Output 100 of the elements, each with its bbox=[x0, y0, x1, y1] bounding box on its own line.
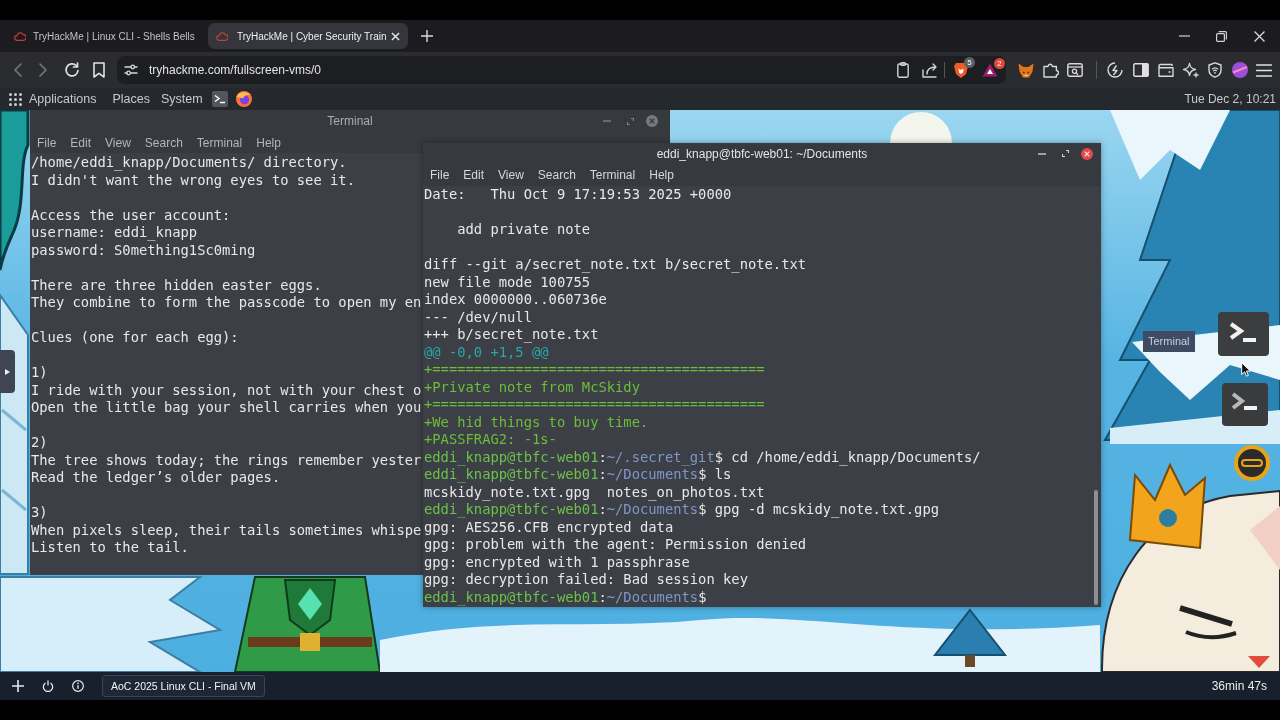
menu-item[interactable]: Help bbox=[649, 168, 674, 182]
count-badge: 5 bbox=[964, 57, 975, 68]
menu-item[interactable]: Places bbox=[112, 92, 150, 106]
close-icon[interactable] bbox=[391, 31, 400, 41]
window-search-icon[interactable] bbox=[1067, 63, 1083, 77]
menu-item[interactable]: Edit bbox=[463, 168, 485, 182]
menu-item[interactable]: Help bbox=[256, 135, 281, 150]
reload-icon[interactable] bbox=[64, 62, 80, 78]
plus-icon[interactable] bbox=[12, 680, 24, 692]
window-title: eddi_knapp@tbfc-web01: ~/Documents bbox=[656, 146, 868, 161]
terminal-line: gpg: decryption failed: Bad session key bbox=[424, 571, 748, 589]
terminal-line: +We hid things to buy time. bbox=[424, 413, 649, 431]
bookmark-icon[interactable] bbox=[93, 62, 105, 78]
terminal-line: @@ -0,0 +1,5 @@ bbox=[424, 343, 549, 361]
terminal-icon[interactable] bbox=[1222, 383, 1268, 426]
tooltip: Terminal bbox=[1143, 331, 1195, 352]
terminal-line: username: eddi_knapp bbox=[31, 224, 198, 242]
terminal-line: password: S0mething1Sc0ming bbox=[31, 241, 256, 259]
terminal-line: diff --git a/secret_note.txt b/secret_note.txt bbox=[424, 256, 807, 274]
menu-item[interactable]: Search bbox=[537, 168, 576, 182]
profile-icon[interactable] bbox=[1232, 62, 1248, 78]
share-icon[interactable] bbox=[922, 62, 938, 78]
close-icon[interactable] bbox=[1081, 147, 1093, 160]
terminal-line: 2) bbox=[31, 434, 48, 452]
terminal-line: gpg: encrypted with 1 passphrase bbox=[424, 553, 690, 571]
triangle-icon[interactable] bbox=[982, 63, 998, 77]
terminal-line: new file mode 100755 bbox=[424, 273, 591, 291]
fox-icon[interactable] bbox=[1018, 62, 1034, 78]
triangle-icon bbox=[5, 368, 10, 375]
clipboard-icon[interactable] bbox=[897, 62, 909, 78]
terminal-line: +======================================== bbox=[424, 361, 765, 379]
terminal-line: I didn't want the wrong eyes to see it. bbox=[31, 171, 355, 189]
session-button[interactable]: AoC 2025 Linux CLI - Final VM bbox=[102, 675, 265, 697]
forward-icon[interactable] bbox=[39, 63, 47, 77]
browser-tab[interactable]: TryHackMe | Linux CLI - Shells Bells bbox=[4, 23, 204, 49]
mouse-pointer-icon bbox=[1241, 362, 1251, 377]
address-bar[interactable]: tryhackme.com/fullscreen-vms/0 5 2 bbox=[117, 56, 1006, 84]
ring-icon[interactable] bbox=[1234, 445, 1270, 481]
puzzle-icon[interactable] bbox=[1043, 62, 1059, 78]
terminal-icon[interactable] bbox=[211, 91, 228, 107]
sliders-icon[interactable] bbox=[124, 64, 138, 76]
side-panel-handle[interactable] bbox=[0, 350, 15, 393]
terminal-line: eddi_knapp@tbfc-web01:~/.secret_git$ cd /home/eddi_knapp/Documents/ bbox=[424, 448, 981, 466]
plus-icon[interactable] bbox=[421, 30, 433, 42]
clock: Tue Dec 2, 10:21 bbox=[1184, 92, 1276, 106]
menu-item[interactable]: File bbox=[37, 135, 57, 150]
cloud-icon bbox=[216, 31, 228, 41]
sparkle-icon[interactable] bbox=[1183, 62, 1199, 78]
menu-item[interactable]: Applications bbox=[29, 92, 97, 106]
cloud-icon bbox=[14, 31, 26, 41]
bolt-icon[interactable] bbox=[1107, 62, 1123, 78]
terminal-line: 3) bbox=[31, 504, 48, 522]
moon-drawing bbox=[890, 112, 952, 143]
count-badge: 2 bbox=[994, 58, 1005, 69]
menu-icon[interactable] bbox=[1256, 63, 1272, 77]
power-icon[interactable] bbox=[42, 680, 54, 692]
url-text: tryhackme.com/fullscreen-vms/0 bbox=[149, 63, 322, 77]
shield-icon[interactable] bbox=[1208, 62, 1222, 78]
terminal-line: +++ b/secret_note.txt bbox=[424, 326, 599, 344]
menu-item[interactable]: Terminal bbox=[196, 135, 243, 150]
globe-icon[interactable] bbox=[235, 91, 252, 107]
terminal-line: Read the ledger’s older pages. bbox=[31, 469, 281, 487]
grid-icon[interactable] bbox=[9, 92, 22, 106]
menu-item[interactable]: View bbox=[105, 135, 131, 150]
menu-item[interactable]: System bbox=[160, 92, 203, 106]
restore-icon[interactable] bbox=[1216, 30, 1227, 42]
terminal-line: eddi_knapp@tbfc-web01:~/Documents$ bbox=[424, 588, 707, 606]
terminal-line: They combine to form the passcode to open my en bbox=[31, 294, 422, 312]
menu-item[interactable]: View bbox=[498, 168, 524, 182]
terminal-line: +======================================== bbox=[424, 396, 765, 414]
terminal-line: add private note bbox=[457, 221, 591, 239]
info-icon[interactable] bbox=[72, 680, 84, 692]
terminal-icon[interactable] bbox=[1218, 312, 1269, 356]
terminal-line: I ride with your session, not with your chest o bbox=[31, 381, 422, 399]
close-icon[interactable] bbox=[1254, 30, 1265, 42]
terminal-line: When pixels sleep, their tails sometimes whispe bbox=[31, 521, 422, 539]
wallet-icon[interactable] bbox=[1158, 63, 1174, 77]
terminal-line: gpg: AES256.CFB encrypted data bbox=[424, 518, 674, 536]
menu-item[interactable]: Edit bbox=[70, 135, 92, 150]
terminal-line: Open the little bag your shell carries when you bbox=[31, 399, 422, 417]
menu-item[interactable]: File bbox=[430, 168, 450, 182]
menu-item[interactable]: Search bbox=[144, 135, 183, 150]
terminal-line: There are three hidden easter eggs. bbox=[31, 276, 322, 294]
sidebar-icon[interactable] bbox=[1133, 63, 1149, 77]
terminal-line: Date: Thu Oct 9 17:19:53 2025 +0000 bbox=[424, 186, 732, 204]
window-title: Terminal bbox=[327, 114, 373, 128]
terminal-line: /home/eddi_knapp/Documents/ directory. bbox=[31, 154, 347, 172]
terminal-line: gpg: problem with the agent: Permission denied bbox=[424, 536, 807, 554]
back-icon[interactable] bbox=[14, 63, 22, 77]
terminal-line: 1) bbox=[31, 364, 48, 382]
lion-icon[interactable] bbox=[954, 62, 968, 78]
time-remaining: 36min 47s bbox=[1211, 679, 1267, 693]
terminal-line: eddi_knapp@tbfc-web01:~/Documents$ gpg -d mcskidy_note.txt.gpg bbox=[424, 501, 939, 519]
terminal-line: mcskidy_note.txt.gpg notes_on_photos.txt bbox=[424, 483, 765, 501]
menu-item[interactable]: Terminal bbox=[589, 168, 636, 182]
browser-tab[interactable]: TryHackMe | Cyber Security Train bbox=[208, 23, 408, 49]
scrollbar-thumb[interactable] bbox=[1094, 490, 1098, 605]
terminal-line: +Private note from McSkidy bbox=[424, 378, 640, 396]
terminal-line: Listen to the tail. bbox=[31, 539, 189, 557]
terminal-line: Access the user account: bbox=[31, 206, 231, 224]
